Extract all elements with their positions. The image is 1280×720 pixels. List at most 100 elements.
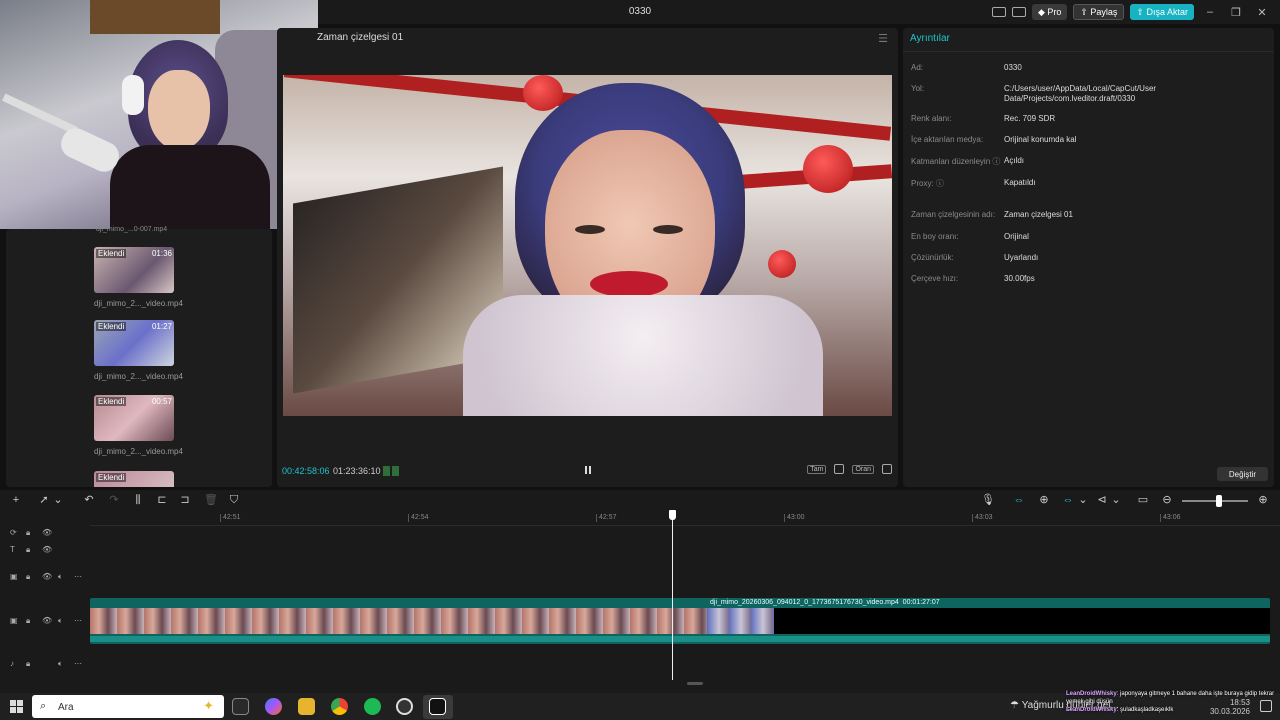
playhead-handle[interactable] — [669, 510, 676, 520]
playhead[interactable] — [672, 512, 673, 680]
shortcuts-icon[interactable] — [1011, 7, 1026, 17]
eye-icon[interactable]: 👁︎ — [42, 616, 52, 625]
restore-icon[interactable]: ❐ — [1226, 6, 1246, 19]
auto-snap-icon[interactable]: ⊕ — [1038, 494, 1050, 506]
trim-left-icon[interactable]: ⊏ — [156, 494, 168, 506]
trim-right-icon[interactable]: ⊐ — [179, 494, 191, 506]
media-thumbnail[interactable]: Eklendi 01:27 — [94, 320, 174, 366]
timeline-scrollbar[interactable] — [687, 682, 703, 685]
main-video-clip[interactable]: dji_mimo_20260306_094012_0_1773675176730… — [90, 598, 1270, 644]
file-explorer-icon[interactable] — [298, 698, 315, 715]
main-track-magnet-icon[interactable]: ⇔ — [1013, 494, 1025, 506]
zoom-slider-handle[interactable] — [1216, 495, 1222, 507]
snapshot-icon[interactable] — [834, 464, 845, 474]
player-right-controls: Tam Oran — [807, 464, 892, 474]
spotify-icon[interactable] — [364, 698, 381, 715]
chrome-icon[interactable] — [331, 698, 348, 715]
menu-icon[interactable]: ☰ — [878, 32, 888, 45]
marker-icon[interactable]: ⛉ — [228, 494, 240, 506]
fullscreen-icon[interactable] — [882, 464, 892, 474]
zoom-in-icon[interactable]: ⊕ — [1257, 494, 1269, 506]
share-button[interactable]: ⇪ Paylaş — [1073, 4, 1125, 20]
ruler-tick: 43:03 — [972, 514, 993, 522]
media-item[interactable]: Eklendi 00:57 dji_mimo_2..._video.mp4 — [94, 395, 183, 456]
microphone-icon[interactable]: 🎙 — [981, 494, 995, 506]
detail-value: Açıldı — [1004, 156, 1025, 165]
export-label: Dışa Aktar — [1146, 7, 1188, 17]
add-icon[interactable]: + — [10, 494, 22, 506]
media-name: dji_mimo_2..._video.mp4 — [94, 447, 183, 456]
chevron-down-icon[interactable]: ⌄ — [1110, 494, 1122, 506]
export-button[interactable]: ⇧ Dışa Aktar — [1130, 4, 1194, 20]
track-header-effects: ⟳ 🔒︎ 👁︎ — [6, 528, 86, 540]
added-badge: Eklendi — [96, 397, 127, 406]
lock-icon[interactable]: 🔒︎ — [26, 545, 30, 555]
player-panel: Zaman çizelgesi 01 ☰ 00:42:58:06 01:23:3… — [277, 28, 898, 487]
more-icon[interactable]: ⋯ — [74, 659, 82, 668]
webcam-headphone — [122, 75, 144, 115]
minimize-icon[interactable]: – — [1200, 6, 1220, 18]
media-item[interactable]: Eklendi 01:27 dji_mimo_2..._video.mp4 — [94, 320, 183, 381]
full-quality-button[interactable]: Tam — [807, 464, 827, 474]
lock-icon[interactable]: 🔒︎ — [26, 616, 30, 626]
chat-message: LeanDroidWhisky: japonyaya gitmeye 1 bah… — [1066, 690, 1280, 706]
media-thumbnail[interactable]: Eklendi 01:36 — [94, 247, 174, 293]
media-item[interactable]: Eklendi — [94, 471, 174, 487]
speaker-icon[interactable]: 🔈︎ — [58, 659, 63, 669]
taskbar-search[interactable]: ⌕ Ara ✦ — [32, 695, 224, 718]
lock-icon[interactable]: 🔒︎ — [26, 659, 30, 669]
undo-icon[interactable]: ↶ — [83, 494, 95, 506]
lock-icon[interactable]: 🔒︎ — [26, 572, 30, 582]
chevron-down-icon[interactable]: ⌄ — [52, 494, 64, 506]
audio-track-icon: ♪ — [10, 659, 14, 668]
caption-icon[interactable]: ▭ — [1137, 494, 1149, 506]
zoom-slider-track[interactable] — [1182, 500, 1248, 502]
copilot-icon[interactable] — [265, 698, 282, 715]
audio-meter-icon — [383, 466, 399, 476]
zoom-out-icon[interactable]: ⊖ — [1161, 494, 1173, 506]
clip-filename: dji_mimo_20260306_094012_0_1773675176730… — [710, 599, 899, 606]
more-icon[interactable]: ⋯ — [74, 616, 82, 625]
obs-icon[interactable] — [396, 698, 413, 715]
detail-value: 30.00fps — [1004, 274, 1035, 283]
close-icon[interactable]: ✕ — [1252, 6, 1272, 19]
video-lantern — [523, 75, 563, 111]
export-icon: ⇧ — [1136, 6, 1147, 17]
eye-icon[interactable]: 👁︎ — [42, 545, 52, 554]
video-preview[interactable] — [283, 75, 892, 416]
change-button[interactable]: Değiştir — [1216, 467, 1268, 481]
speaker-icon[interactable]: 🔈︎ — [58, 572, 63, 582]
preview-axis-icon[interactable]: ⊲ — [1096, 494, 1108, 506]
more-icon[interactable]: ⋯ — [74, 572, 82, 581]
link-icon[interactable]: ⇔ — [1062, 494, 1074, 506]
media-thumbnail[interactable]: Eklendi — [94, 471, 174, 487]
task-view-icon[interactable] — [232, 698, 249, 715]
weather-icon: ☂ — [1010, 700, 1022, 711]
stream-chat-overlay: LeanDroidWhisky: japonyaya gitmeye 1 bah… — [1066, 690, 1280, 714]
detail-key: Ad: — [911, 63, 924, 72]
pause-button[interactable] — [583, 464, 593, 476]
speaker-icon[interactable]: 🔈︎ — [58, 616, 63, 626]
eye-icon[interactable]: 👁︎ — [42, 572, 52, 581]
player-controls: 00:42:58:06 01:23:36:10 Tam Oran — [277, 462, 898, 482]
split-icon[interactable]: ⫼ — [132, 494, 144, 506]
chat-text: : şuladkaşladkaşeıklk — [1116, 707, 1174, 713]
text-track-icon: T — [10, 545, 15, 554]
ratio-button[interactable]: Oran — [852, 464, 874, 474]
time-ruler[interactable]: 42:51 42:54 42:57 43:00 43:03 43:06 — [90, 514, 1280, 526]
windows-start-icon[interactable] — [10, 700, 23, 713]
layout-icon[interactable] — [991, 7, 1006, 17]
eye-icon[interactable]: 👁︎ — [42, 528, 52, 537]
chevron-down-icon[interactable]: ⌄ — [1077, 494, 1089, 506]
redo-icon[interactable]: ↷ — [108, 494, 120, 506]
pro-button[interactable]: ◆ Pro — [1031, 4, 1068, 20]
ruler-tick: 42:54 — [408, 514, 429, 522]
media-thumbnail[interactable]: Eklendi 00:57 — [94, 395, 174, 441]
track-header-main: ▣ 🔒︎ 👁︎ 🔈︎ ⋯ — [6, 616, 86, 628]
lock-icon[interactable]: 🔒︎ — [26, 528, 30, 538]
timeline-panel: + ➚ ⌄ ↶ ↷ ⫼ ⊏ ⊐ 🗑 ⛉ 🎙 ⇔ ⊕ ⇔ ⌄ ⊲ ⌄ ▭ ⊖ ⊕ … — [0, 490, 1280, 693]
select-tool-icon[interactable]: ➚ — [38, 494, 50, 506]
delete-icon[interactable]: 🗑 — [204, 494, 218, 506]
share-icon: ⇪ — [1080, 6, 1091, 17]
media-item[interactable]: Eklendi 01:36 dji_mimo_2..._video.mp4 — [94, 247, 183, 308]
